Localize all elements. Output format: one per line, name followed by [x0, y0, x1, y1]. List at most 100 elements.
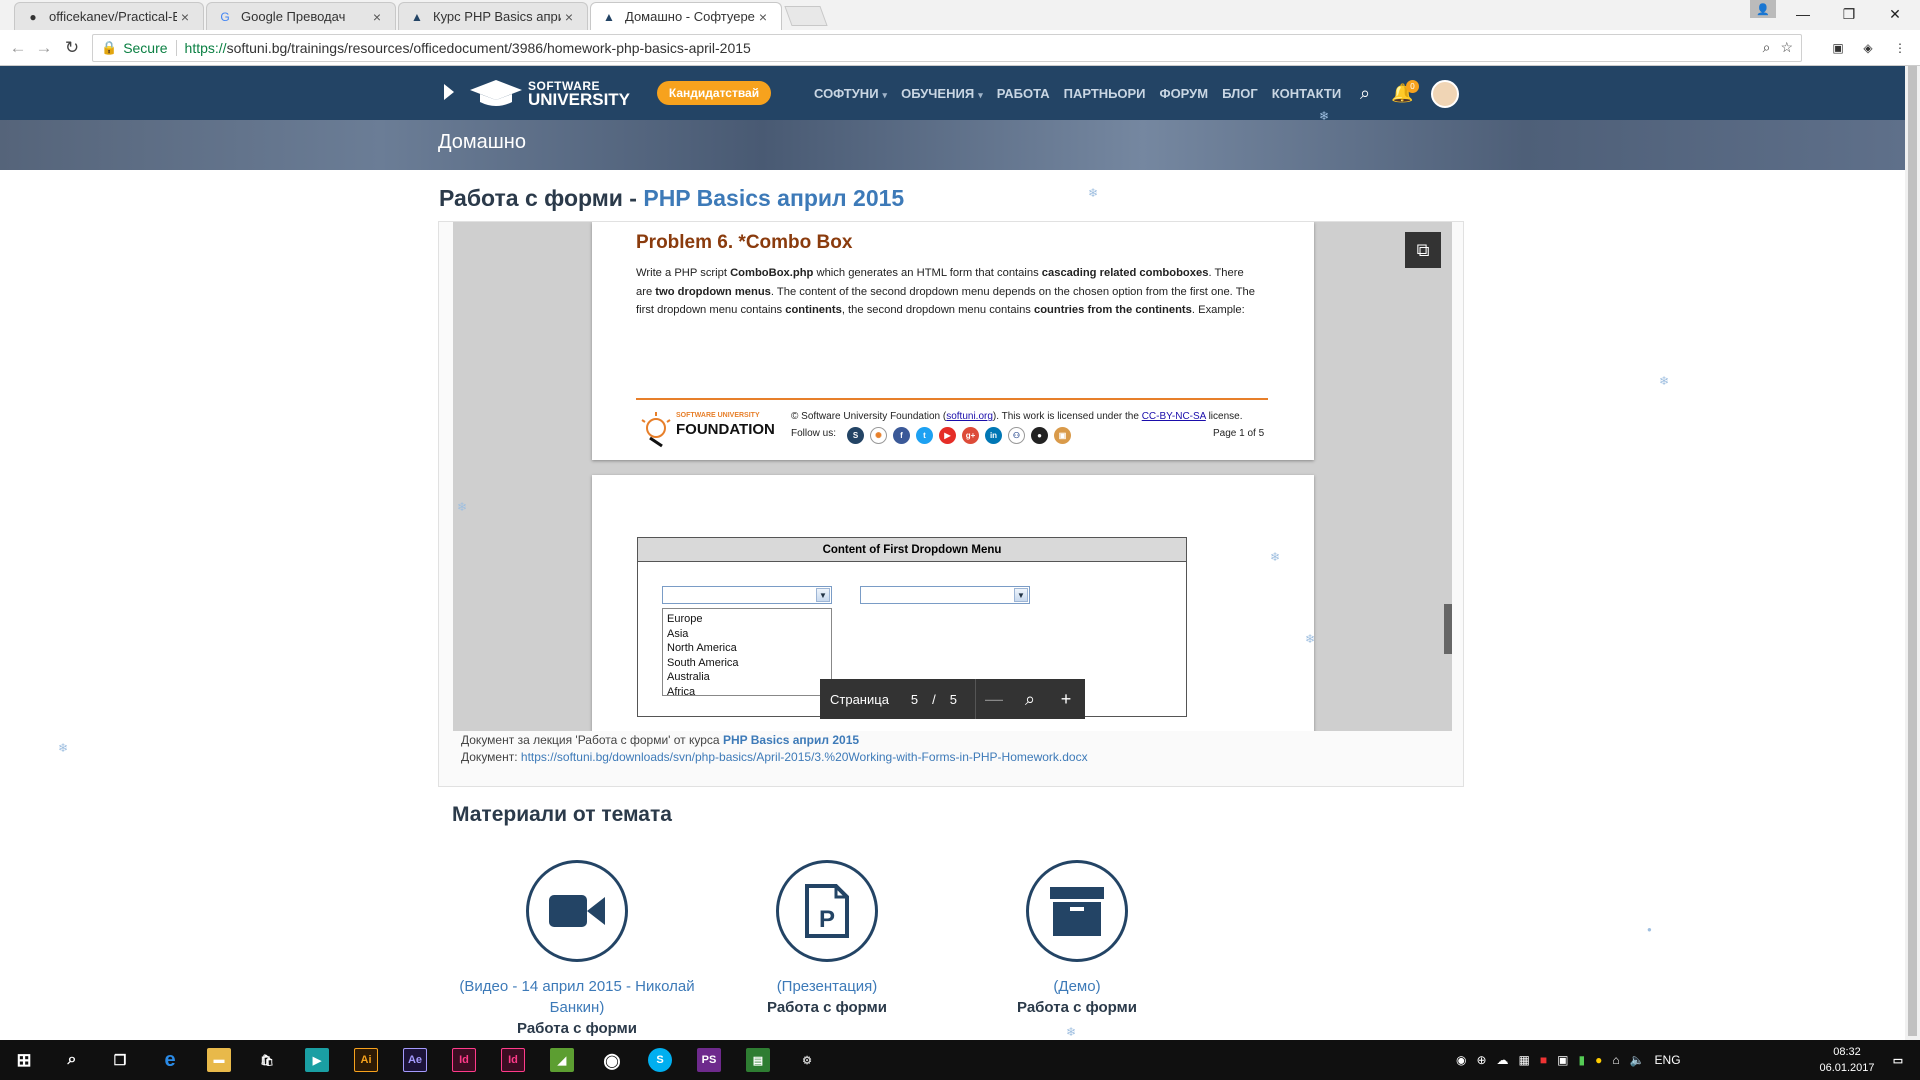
open-external-icon[interactable]: ⧉	[1405, 232, 1441, 268]
nav-item-trainings[interactable]: ОБУЧЕНИЯ ▾	[901, 86, 983, 101]
material-icon-circle[interactable]	[526, 860, 628, 962]
material-video[interactable]: (Видео - 14 април 2015 - Николай Банкин)…	[457, 860, 697, 1039]
apply-button[interactable]: Кандидатствай	[657, 81, 771, 105]
page-scrollbar[interactable]	[1905, 66, 1920, 1040]
forward-icon[interactable]: →	[32, 36, 56, 60]
nav-item-blog[interactable]: БЛОГ	[1222, 86, 1258, 101]
material-subtitle[interactable]: Работа с форми	[957, 997, 1197, 1018]
current-page-input[interactable]: 5	[911, 692, 918, 707]
address-bar[interactable]: 🔒 Secure https:// softuni.bg/trainings/r…	[92, 34, 1802, 62]
search-icon[interactable]: ⌕	[1360, 83, 1370, 104]
search-icon[interactable]: ⌕	[1763, 39, 1771, 56]
twitter-icon[interactable]: t	[916, 427, 933, 444]
tray-icon[interactable]: ▦	[1519, 1053, 1530, 1067]
material-caption[interactable]: (Видео - 14 април 2015 - Николай Банкин)	[457, 976, 697, 1018]
language-indicator[interactable]: ENG	[1655, 1053, 1681, 1067]
nav-item-partners[interactable]: ПАРТНЬОРИ	[1064, 86, 1146, 101]
zoom-in-button[interactable]: +	[1048, 689, 1084, 710]
menu-toggle-icon[interactable]	[444, 84, 454, 100]
course-link[interactable]: PHP Basics април 2015	[723, 733, 859, 747]
document-download-link[interactable]: https://softuni.bg/downloads/svn/php-bas…	[521, 750, 1088, 764]
clock[interactable]: 08:32 06.01.2017	[1812, 1044, 1882, 1076]
new-tab-button[interactable]	[784, 6, 828, 26]
app-icon[interactable]: ⚙	[795, 1048, 819, 1072]
browser-tab[interactable]: G Google Преводач ×	[206, 2, 396, 30]
volume-icon[interactable]: 🔈	[1630, 1053, 1645, 1067]
foundation-icon[interactable]: ✺	[870, 427, 887, 444]
tray-icon[interactable]: ●	[1595, 1053, 1602, 1067]
linkedin-icon[interactable]: in	[985, 427, 1002, 444]
material-subtitle[interactable]: Работа с форми	[457, 1018, 697, 1039]
nav-item-forum[interactable]: ФОРУМ	[1159, 86, 1208, 101]
notifications-icon[interactable]: ▭	[1886, 1048, 1910, 1072]
material-demo[interactable]: (Демо) Работа с форми	[957, 860, 1197, 1018]
course-link[interactable]: PHP Basics април 2015	[643, 185, 904, 211]
app-icon[interactable]: ▶	[305, 1048, 329, 1072]
chrome-icon[interactable]: ◉	[600, 1048, 624, 1072]
tray-icon[interactable]: ▣	[1557, 1053, 1568, 1067]
close-tab-icon[interactable]: ×	[177, 9, 193, 25]
menu-icon[interactable]: ⋮	[1890, 38, 1910, 58]
cloud-icon[interactable]: ☁	[1497, 1053, 1509, 1067]
edge-icon[interactable]: e	[158, 1048, 182, 1072]
indesign-icon[interactable]: Id	[501, 1048, 525, 1072]
viewer-scrollbar[interactable]	[1444, 604, 1452, 654]
avatar[interactable]	[1431, 80, 1459, 108]
softuni-org-link[interactable]: softuni.org	[946, 411, 993, 422]
logo-text[interactable]: SOFTWARE UNIVERSITY	[528, 80, 630, 109]
nav-item-softuni[interactable]: СОФТУНИ ▾	[814, 86, 887, 101]
material-subtitle[interactable]: Работа с форми	[707, 997, 947, 1018]
material-caption[interactable]: (Демо)	[957, 976, 1197, 997]
close-tab-icon[interactable]: ×	[755, 9, 771, 25]
youtube-icon[interactable]: ▶	[939, 427, 956, 444]
tray-icon[interactable]: ▮	[1578, 1053, 1585, 1067]
app-icon[interactable]: ◢	[550, 1048, 574, 1072]
search-icon[interactable]: ⌕	[60, 1048, 84, 1072]
browser-tab[interactable]: ▲ Курс PHP Basics април 2 ×	[398, 2, 588, 30]
close-tab-icon[interactable]: ×	[369, 9, 385, 25]
network-icon[interactable]: ⌂	[1612, 1053, 1619, 1067]
after-effects-icon[interactable]: Ae	[403, 1048, 427, 1072]
tray-icon[interactable]: ■	[1540, 1053, 1547, 1067]
phpstorm-icon[interactable]: PS	[697, 1048, 721, 1072]
store-icon[interactable]: 🛍	[255, 1048, 279, 1072]
material-icon-circle[interactable]	[1026, 860, 1128, 962]
tray-icon[interactable]: ◉	[1456, 1053, 1466, 1067]
facebook-icon[interactable]: f	[893, 427, 910, 444]
close-tab-icon[interactable]: ×	[561, 9, 577, 25]
profile-icon[interactable]: 👤	[1750, 0, 1776, 18]
softuni-icon[interactable]: S	[847, 427, 864, 444]
skype-icon[interactable]: S	[648, 1048, 672, 1072]
windows-start-icon[interactable]: ⊞	[12, 1048, 36, 1072]
restore-icon[interactable]: ❐	[1826, 0, 1872, 28]
page-scrollbar-thumb[interactable]	[1908, 66, 1917, 1036]
extension-icon[interactable]: ◈	[1858, 38, 1878, 58]
github-icon[interactable]: ●	[1031, 427, 1048, 444]
bookmark-star-icon[interactable]: ☆	[1780, 39, 1793, 56]
nav-item-jobs[interactable]: РАБОТА	[997, 86, 1050, 101]
task-view-icon[interactable]: ❐	[108, 1048, 132, 1072]
material-icon-circle[interactable]: P	[776, 860, 878, 962]
browser-tab-active[interactable]: ▲ Домашно - Софтуерен у ×	[590, 2, 782, 30]
softuni-logo-icon[interactable]	[466, 78, 526, 108]
zoom-out-button[interactable]: —	[976, 689, 1012, 710]
slideshare-icon[interactable]: ⚇	[1008, 427, 1025, 444]
minimize-icon[interactable]: —	[1780, 0, 1826, 28]
material-presentation[interactable]: P (Презентация) Работа с форми	[707, 860, 947, 1018]
reload-icon[interactable]: ↻	[60, 36, 84, 60]
close-window-icon[interactable]: ✕	[1872, 0, 1918, 28]
zoom-icon[interactable]: ⌕	[1012, 689, 1048, 710]
license-link[interactable]: CC-BY-NC-SA	[1142, 411, 1206, 422]
illustrator-icon[interactable]: Ai	[354, 1048, 378, 1072]
tray-icon[interactable]: ⊕	[1476, 1053, 1486, 1067]
pdf-viewer[interactable]: Problem 6. *Combo Box Write a PHP script…	[453, 222, 1452, 731]
indesign-icon[interactable]: Id	[452, 1048, 476, 1072]
google-plus-icon[interactable]: g+	[962, 427, 979, 444]
browser-tab[interactable]: ● officekanev/Practical-Ex ×	[14, 2, 204, 30]
nav-item-contacts[interactable]: КОНТАКТИ	[1272, 86, 1342, 101]
material-caption[interactable]: (Презентация)	[707, 976, 947, 997]
forum-icon[interactable]: ▣	[1054, 427, 1071, 444]
extension-icon[interactable]: ▣	[1828, 38, 1848, 58]
file-explorer-icon[interactable]: ▬	[207, 1048, 231, 1072]
notepad-icon[interactable]: ▤	[746, 1048, 770, 1072]
